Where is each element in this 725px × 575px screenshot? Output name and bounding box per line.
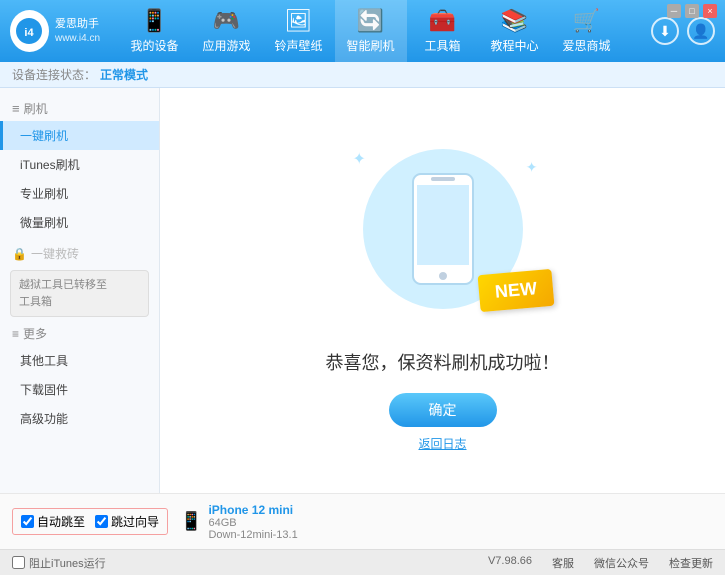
nav-my-device-label: 我的设备: [130, 37, 178, 54]
main-layout: ≡ 刷机 一键刷机 iTunes刷机 专业刷机 微量刷机 🔒 一键救砖 越狱工具…: [0, 88, 725, 493]
itunes-flash-label: iTunes刷机: [20, 158, 80, 172]
more-section-label: 更多: [23, 325, 47, 342]
success-illustration: ✦ ✦ NEW: [343, 129, 543, 329]
version-label: V7.98.66: [488, 555, 532, 571]
device-bottom-row: 自动跳至 跳过向导 📱 iPhone 12 mini 64GB Down-12m…: [0, 493, 725, 549]
check-update-link[interactable]: 检查更新: [669, 555, 713, 571]
confirm-button[interactable]: 确定: [389, 393, 497, 427]
auto-jump-input[interactable]: [21, 515, 34, 528]
sidebar-one-key-flash[interactable]: 一键刷机: [0, 121, 159, 150]
wechat-pub-link[interactable]: 微信公众号: [594, 555, 649, 571]
rescue-note: 越狱工具已转移至工具箱: [10, 270, 149, 317]
app-title: 爱思助手: [55, 17, 100, 31]
device-details: iPhone 12 mini 64GB Down-12mini-13.1: [208, 503, 297, 541]
more-section-header: ≡ 更多: [0, 321, 159, 346]
logo-area: i4 爱思助手 www.i4.cn: [10, 10, 100, 52]
rescue-icon: 🔒: [12, 247, 27, 261]
flash-section-icon: ≡: [12, 101, 20, 116]
smart-flash-icon: 🔄: [357, 8, 384, 34]
flash-section-label: 刷机: [24, 100, 48, 117]
micro-flash-label: 微量刷机: [20, 216, 68, 230]
nav-toolbox[interactable]: 🧰 工具箱: [407, 0, 479, 62]
nav-wallpaper[interactable]: 🖼 铃声壁纸: [263, 0, 335, 62]
user-button[interactable]: 👤: [687, 17, 715, 45]
store-icon: 🛒: [573, 8, 600, 34]
device-detail: Down-12mini-13.1: [208, 529, 297, 541]
sidebar-itunes-flash[interactable]: iTunes刷机: [0, 150, 159, 179]
svg-text:i4: i4: [25, 27, 35, 39]
advanced-label: 高级功能: [20, 412, 68, 426]
nav-smart-flash[interactable]: 🔄 智能刷机: [335, 0, 407, 62]
footer-left: 阻止iTunes运行: [12, 555, 106, 571]
stop-itunes-label: 阻止iTunes运行: [29, 555, 106, 571]
auto-jump-label: 自动跳至: [37, 513, 85, 530]
rescue-label: 一键救砖: [31, 245, 79, 262]
toolbox-icon: 🧰: [429, 8, 456, 34]
nav-my-device[interactable]: 📱 我的设备: [119, 0, 191, 62]
statusbar: 设备连接状态： 正常模式: [0, 62, 725, 88]
device-phone-icon: 📱: [180, 511, 202, 532]
checkbox-area: 自动跳至 跳过向导: [12, 508, 168, 535]
footer-right: V7.98.66 客服 微信公众号 检查更新: [488, 555, 713, 571]
new-badge: NEW: [477, 269, 554, 312]
nav-apps-games-label: 应用游戏: [202, 37, 250, 54]
nav-store[interactable]: 🛒 爱思商城: [551, 0, 623, 62]
sparkle-left: ✦: [353, 149, 366, 169]
device-name: iPhone 12 mini: [208, 503, 297, 517]
rescue-section-header: 🔒 一键救砖: [0, 241, 159, 266]
device-info-area: 📱 iPhone 12 mini 64GB Down-12mini-13.1: [180, 503, 298, 541]
nav-tutorials[interactable]: 📚 教程中心: [479, 0, 551, 62]
tutorials-icon: 📚: [501, 8, 528, 34]
close-button[interactable]: ×: [703, 4, 717, 18]
nav-tutorials-label: 教程中心: [490, 37, 538, 54]
more-section-icon: ≡: [12, 327, 19, 341]
wallpaper-icon: 🖼: [285, 8, 313, 34]
sidebar: ≡ 刷机 一键刷机 iTunes刷机 专业刷机 微量刷机 🔒 一键救砖 越狱工具…: [0, 88, 160, 493]
nav-toolbox-label: 工具箱: [424, 37, 460, 54]
app-subtitle: www.i4.cn: [55, 32, 100, 45]
sidebar-other-tools[interactable]: 其他工具: [0, 346, 159, 375]
apps-games-icon: 🎮: [213, 8, 240, 34]
skip-wizard-label: 跳过向导: [111, 513, 159, 530]
statusbar-value: 正常模式: [100, 66, 148, 83]
phone-svg: [403, 169, 483, 289]
download-fw-label: 下载固件: [20, 383, 68, 397]
one-key-flash-label: 一键刷机: [20, 129, 68, 143]
nav-smart-flash-label: 智能刷机: [346, 37, 394, 54]
window-controls: ─ □ ×: [667, 4, 717, 18]
topbar: ─ □ × i4 爱思助手 www.i4.cn 📱 我的设备 🎮 应用游戏 🖼 …: [0, 0, 725, 62]
skip-wizard-checkbox[interactable]: 跳过向导: [95, 513, 159, 530]
back-to-log-link[interactable]: 返回日志: [418, 435, 466, 452]
sidebar-download-fw[interactable]: 下载固件: [0, 375, 159, 404]
content-area: ✦ ✦ NEW 恭喜您，保资料刷机成功啦！ 确定 返回日志: [160, 88, 725, 493]
sidebar-micro-flash[interactable]: 微量刷机: [0, 208, 159, 237]
success-text: 恭喜您，保资料刷机成功啦！: [326, 349, 560, 375]
footer: 阻止iTunes运行 V7.98.66 客服 微信公众号 检查更新: [0, 549, 725, 575]
nav-wallpaper-label: 铃声壁纸: [274, 37, 322, 54]
minimize-button[interactable]: ─: [667, 4, 681, 18]
service-link[interactable]: 客服: [552, 555, 574, 571]
nav-apps-games[interactable]: 🎮 应用游戏: [191, 0, 263, 62]
stop-itunes-checkbox[interactable]: [12, 556, 25, 569]
pro-flash-label: 专业刷机: [20, 187, 68, 201]
nav-right: ⬇ 👤: [651, 17, 715, 45]
rescue-note-text: 越狱工具已转移至工具箱: [19, 279, 107, 308]
flash-section-header: ≡ 刷机: [0, 96, 159, 121]
auto-jump-checkbox[interactable]: 自动跳至: [21, 513, 85, 530]
maximize-button[interactable]: □: [685, 4, 699, 18]
sidebar-pro-flash[interactable]: 专业刷机: [0, 179, 159, 208]
statusbar-label: 设备连接状态：: [12, 66, 96, 83]
logo-icon: i4: [10, 10, 49, 52]
skip-wizard-input[interactable]: [95, 515, 108, 528]
nav-store-label: 爱思商城: [562, 37, 610, 54]
sparkle-right: ✦: [526, 159, 538, 176]
my-device-icon: 📱: [141, 8, 168, 34]
nav-items: 📱 我的设备 🎮 应用游戏 🖼 铃声壁纸 🔄 智能刷机 🧰 工具箱 📚 教程中心…: [100, 0, 641, 62]
download-button[interactable]: ⬇: [651, 17, 679, 45]
sidebar-advanced[interactable]: 高级功能: [0, 404, 159, 433]
other-tools-label: 其他工具: [20, 354, 68, 368]
